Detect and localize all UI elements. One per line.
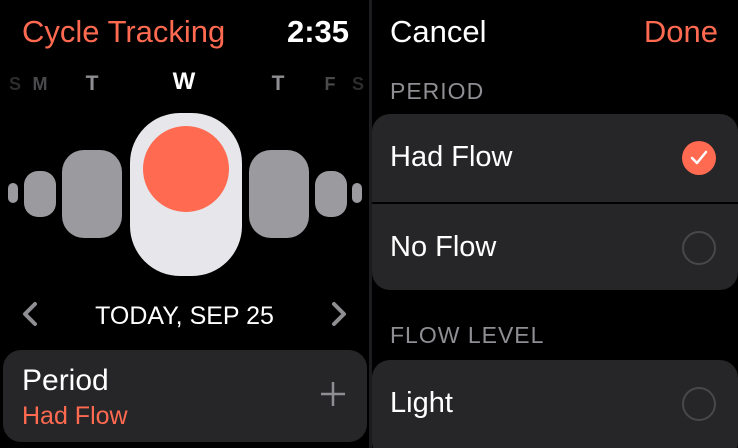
day-pill-mon[interactable] (24, 171, 56, 217)
day-label-tue: T (85, 72, 99, 95)
cycle-tracking-screen: Cycle Tracking 2:35 S M T W T F S TODAY,… (0, 0, 369, 448)
checkmark-icon[interactable] (682, 141, 716, 175)
day-pill-fri[interactable] (315, 171, 347, 217)
cancel-button[interactable]: Cancel (390, 14, 487, 50)
option-label: Light (390, 387, 453, 419)
chevron-right-icon[interactable] (328, 300, 350, 335)
period-edit-screen: Cancel Done PERIOD Had Flow No Flow FLOW… (372, 0, 738, 448)
day-label-fri: F (324, 74, 336, 94)
clock: 2:35 (286, 14, 349, 49)
app-title: Cycle Tracking (22, 14, 226, 49)
period-flow-dot (143, 126, 229, 212)
day-pill-sat[interactable] (352, 183, 362, 203)
period-card-title: Period (22, 364, 109, 397)
day-label-sat-partial: S (351, 74, 364, 94)
flow-level-section-header: FLOW LEVEL (390, 322, 545, 348)
plus-icon[interactable] (319, 378, 347, 414)
radio-unchecked-icon[interactable] (682, 231, 716, 265)
radio-unchecked-icon[interactable] (682, 387, 716, 421)
option-label: Had Flow (390, 141, 513, 173)
done-button[interactable]: Done (644, 14, 718, 50)
option-light[interactable]: Light (372, 360, 738, 448)
period-card-value: Had Flow (22, 402, 128, 430)
day-label-thu: T (271, 72, 285, 95)
option-no-flow[interactable]: No Flow (372, 202, 738, 290)
day-pill-tue[interactable] (62, 150, 122, 238)
period-section-header: PERIOD (390, 78, 485, 104)
day-pill-thu[interactable] (249, 150, 309, 238)
day-pill-sun[interactable] (8, 183, 18, 203)
date-label: TODAY, SEP 25 (95, 302, 274, 330)
period-options-group: Had Flow No Flow (372, 114, 738, 290)
option-had-flow[interactable]: Had Flow (372, 114, 738, 202)
option-label: No Flow (390, 231, 497, 263)
period-log-card[interactable]: Period Had Flow (3, 350, 367, 442)
day-label-wed: W (172, 68, 196, 95)
day-label-mon: M (32, 74, 48, 94)
flow-level-options-group: Light (372, 360, 738, 448)
